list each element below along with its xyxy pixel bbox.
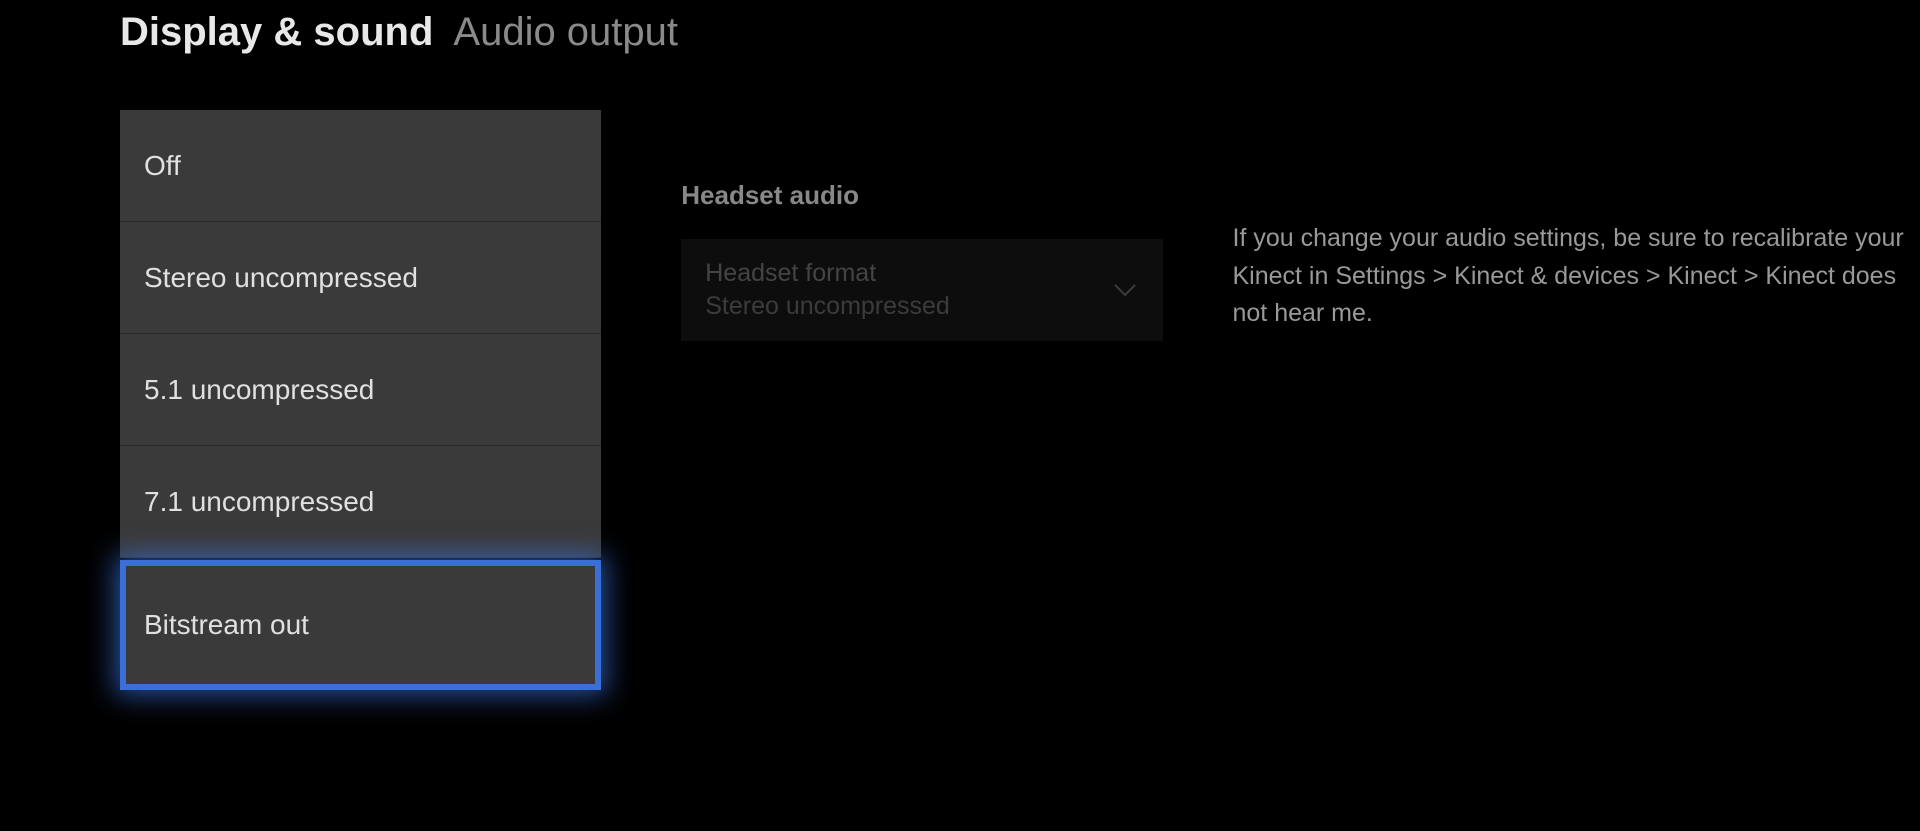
page-subtitle: Audio output — [453, 10, 678, 55]
audio-options-list: Off Stereo uncompressed 5.1 uncompressed… — [120, 110, 601, 690]
headset-audio-label: Headset audio — [681, 180, 1162, 211]
option-label: Bitstream out — [144, 609, 309, 641]
option-off[interactable]: Off — [120, 110, 601, 222]
option-label: Stereo uncompressed — [144, 262, 418, 294]
settings-header: Display & sound Audio output — [0, 0, 1920, 55]
info-section: If you change your audio settings, be su… — [1233, 110, 1920, 690]
option-7-1-uncompressed[interactable]: 7.1 uncompressed — [120, 446, 601, 558]
option-label: 5.1 uncompressed — [144, 374, 374, 406]
info-text: If you change your audio settings, be su… — [1233, 220, 1920, 333]
page-title: Display & sound — [120, 10, 433, 55]
dropdown-value: Stereo uncompressed — [705, 292, 950, 321]
dropdown-label: Headset format — [705, 259, 950, 288]
headset-format-dropdown[interactable]: Headset format Stereo uncompressed — [681, 239, 1162, 341]
option-label: 7.1 uncompressed — [144, 486, 374, 518]
dropdown-text-group: Headset format Stereo uncompressed — [705, 259, 950, 321]
option-label: Off — [144, 150, 181, 182]
chevron-down-icon — [1111, 276, 1139, 304]
option-5-1-uncompressed[interactable]: 5.1 uncompressed — [120, 334, 601, 446]
option-stereo-uncompressed[interactable]: Stereo uncompressed — [120, 222, 601, 334]
content-area: Off Stereo uncompressed 5.1 uncompressed… — [0, 110, 1920, 690]
option-bitstream-out[interactable]: Bitstream out — [120, 560, 601, 690]
headset-section: Headset audio Headset format Stereo unco… — [681, 110, 1162, 690]
